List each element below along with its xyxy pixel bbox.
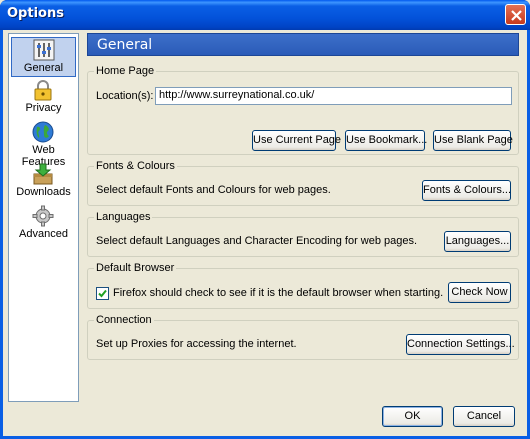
title-bar[interactable]: Options	[0, 0, 530, 30]
group-label: Fonts & Colours	[94, 160, 177, 172]
dialog-body: General Privacy Web Features Downloads A…	[3, 30, 527, 436]
ok-button[interactable]: OK	[382, 406, 443, 427]
close-icon	[511, 10, 522, 21]
sidebar-item-label: Advanced	[19, 228, 68, 240]
sidebar-item-advanced[interactable]: Advanced	[11, 204, 76, 244]
category-sidebar: General Privacy Web Features Downloads A…	[8, 33, 79, 402]
cancel-button[interactable]: Cancel	[453, 406, 515, 427]
general-panel: General Home Page Location(s): http://ww…	[87, 33, 519, 402]
options-window: Options General Privacy Web Features Dow…	[0, 0, 530, 439]
sidebar-item-label: Downloads	[16, 186, 71, 198]
check-now-button[interactable]: Check Now	[448, 282, 511, 303]
home-page-location-input[interactable]: http://www.surreynational.co.uk/	[155, 87, 512, 105]
group-label: Home Page	[94, 65, 157, 77]
connection-description: Set up Proxies for accessing the interne…	[96, 338, 297, 350]
checkmark-icon	[98, 289, 107, 298]
connection-settings-button[interactable]: Connection Settings...	[406, 334, 515, 355]
close-button[interactable]	[505, 4, 526, 25]
download-box-icon	[33, 163, 53, 185]
window-title: Options	[7, 6, 64, 21]
languages-group: Languages Select default Languages and C…	[87, 211, 519, 257]
fonts-colours-group: Fonts & Colours Select default Fonts and…	[87, 160, 519, 206]
globe-icon	[32, 121, 54, 143]
sidebar-item-privacy[interactable]: Privacy	[11, 78, 76, 118]
sidebar-item-label: Privacy	[25, 102, 62, 114]
use-current-page-button[interactable]: Use Current Page	[252, 130, 341, 151]
panel-header: General	[87, 33, 519, 56]
gear-icon	[32, 205, 54, 227]
default-browser-label: Firefox should check to see if it is the…	[113, 287, 444, 299]
use-blank-page-button[interactable]: Use Blank Page	[433, 130, 513, 151]
home-page-group: Home Page Location(s): http://www.surrey…	[87, 65, 519, 155]
sidebar-item-web-features[interactable]: Web Features	[11, 120, 76, 168]
fonts-colours-button[interactable]: Fonts & Colours...	[422, 180, 511, 201]
padlock-icon	[34, 80, 52, 101]
group-label: Default Browser	[94, 262, 177, 274]
sidebar-item-label: General	[23, 62, 64, 74]
fonts-description: Select default Fonts and Colours for web…	[96, 184, 331, 196]
languages-description: Select default Languages and Character E…	[96, 235, 418, 247]
default-browser-group: Default Browser Firefox should check to …	[87, 262, 519, 309]
group-label: Languages	[94, 211, 153, 223]
location-label: Location(s):	[96, 90, 154, 102]
group-label: Connection	[94, 314, 154, 326]
sidebar-item-general[interactable]: General	[11, 37, 76, 77]
languages-button[interactable]: Languages...	[444, 231, 511, 252]
sliders-icon	[33, 39, 55, 61]
default-browser-checkbox[interactable]	[96, 287, 109, 300]
sidebar-item-downloads[interactable]: Downloads	[11, 162, 76, 202]
use-bookmark-button[interactable]: Use Bookmark...	[345, 130, 427, 151]
connection-group: Connection Set up Proxies for accessing …	[87, 314, 519, 360]
